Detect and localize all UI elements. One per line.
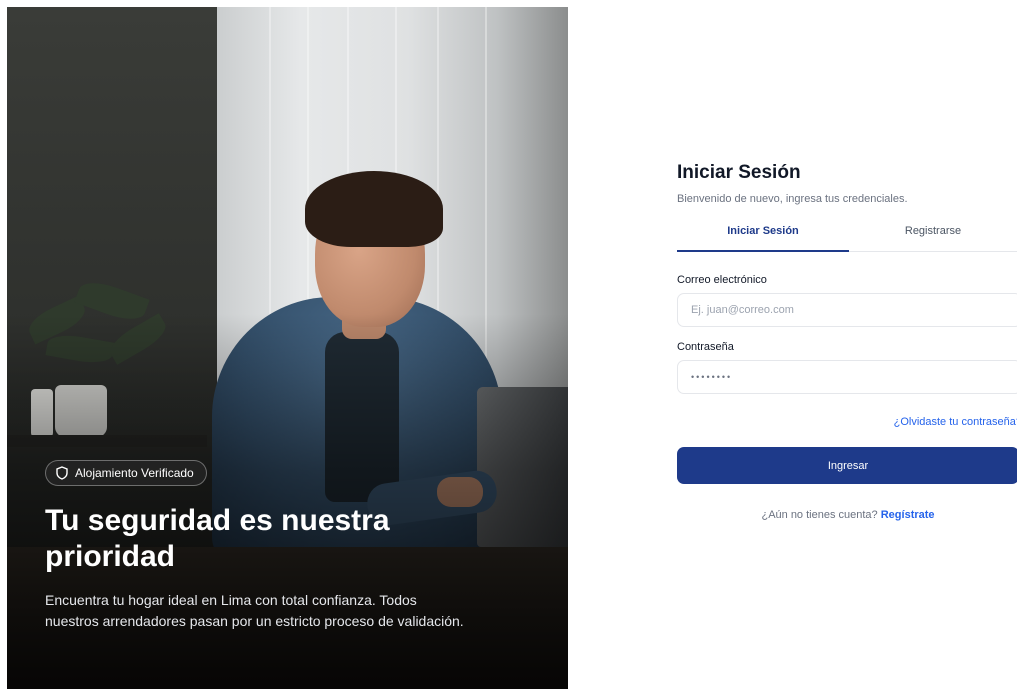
tab-login[interactable]: Iniciar Sesión xyxy=(677,222,849,252)
hero-panel: Alojamiento Verificado Tu seguridad es n… xyxy=(7,7,568,689)
password-label: Contraseña xyxy=(677,341,734,353)
email-label: Correo electrónico xyxy=(677,274,767,286)
password-field[interactable]: •••••••• xyxy=(677,360,1017,394)
page-subtitle: Bienvenido de nuevo, ingresa tus credenc… xyxy=(677,193,908,205)
login-panel: Iniciar Sesión Bienvenido de nuevo, ingr… xyxy=(677,160,1017,521)
hero-gradient-overlay xyxy=(7,7,568,689)
tab-register[interactable]: Registrarse xyxy=(849,222,1017,251)
auth-tabs: Iniciar Sesión Registrarse xyxy=(677,222,1017,252)
forgot-password-link[interactable]: ¿Olvidaste tu contraseña? xyxy=(677,416,1017,428)
submit-button[interactable]: Ingresar xyxy=(677,447,1017,484)
email-field[interactable]: Ej. juan@correo.com xyxy=(677,293,1017,327)
shield-icon xyxy=(56,466,68,480)
hero-description: Encuentra tu hogar ideal en Lima con tot… xyxy=(45,592,464,629)
badge-label: Alojamiento Verificado xyxy=(75,466,194,480)
verified-badge: Alojamiento Verificado xyxy=(45,460,207,486)
hero-title: Tu seguridad es nuestra prioridad xyxy=(45,504,390,573)
signup-prompt: ¿Aún no tienes cuenta? Regístrate xyxy=(677,509,1017,521)
page-title: Iniciar Sesión xyxy=(677,162,801,183)
signup-prompt-text: ¿Aún no tienes cuenta? xyxy=(761,509,878,521)
signup-link[interactable]: Regístrate xyxy=(881,509,935,521)
